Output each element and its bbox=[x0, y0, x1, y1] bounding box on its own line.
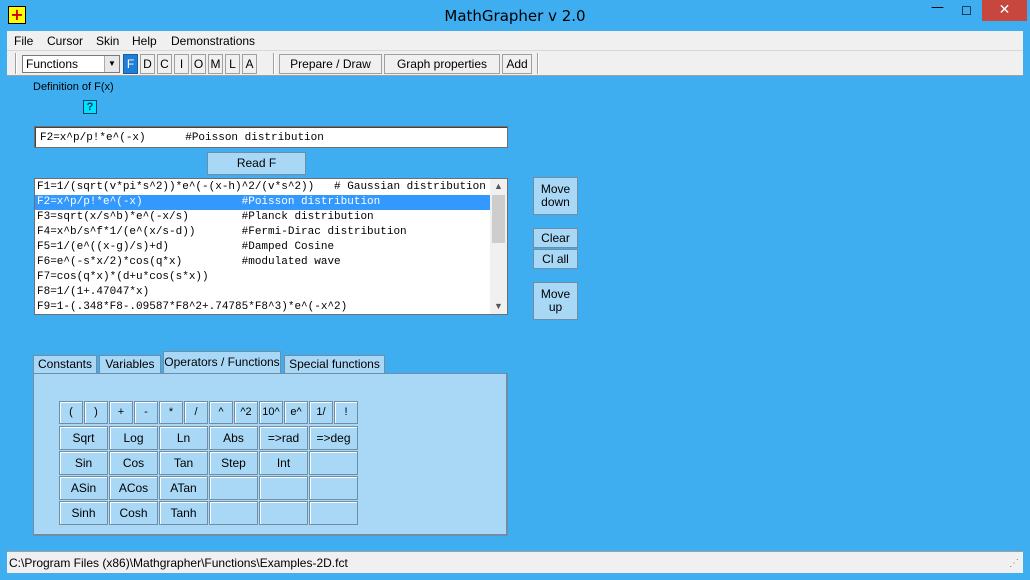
menu-skin[interactable]: Skin bbox=[96, 34, 119, 48]
menu-demonstrations[interactable]: Demonstrations bbox=[171, 34, 255, 48]
scroll-down-arrow-icon[interactable]: ▼ bbox=[490, 299, 507, 314]
menu-file[interactable]: File bbox=[14, 34, 33, 48]
operator-button-open-paren[interactable]: ( bbox=[59, 401, 83, 424]
function-button-to-rad[interactable]: =>rad bbox=[259, 426, 308, 450]
function-button-cos[interactable]: Cos bbox=[109, 451, 158, 475]
maximize-button[interactable]: ☐ bbox=[953, 1, 980, 21]
function-button-sinh[interactable]: Sinh bbox=[59, 501, 108, 525]
operator-button-minus[interactable]: - bbox=[134, 401, 158, 424]
client-area: File Cursor Skin Help Demonstrations Fun… bbox=[7, 31, 1023, 573]
move-down-label-line2: down bbox=[541, 195, 570, 209]
move-up-label-line2: up bbox=[548, 300, 563, 314]
function-button-to-deg[interactable]: =>deg bbox=[309, 426, 358, 450]
operator-button-ten-power[interactable]: 10^ bbox=[259, 401, 283, 424]
toolbar-separator bbox=[273, 53, 275, 74]
toolbar: Functions ▼ F D C I O M L A Prepare / Dr… bbox=[7, 51, 1023, 76]
menu-cursor[interactable]: Cursor bbox=[47, 34, 83, 48]
menu-bar: File Cursor Skin Help Demonstrations bbox=[7, 31, 1023, 51]
function-button-blank[interactable] bbox=[309, 451, 358, 475]
move-up-button[interactable]: Move up bbox=[533, 282, 578, 320]
list-item[interactable]: F4=x^b/s^f*1/(e^(x/s-d)) #Fermi-Dirac di… bbox=[35, 225, 491, 240]
list-item-selected[interactable]: F2=x^p/p!*e^(-x) #Poisson distribution bbox=[35, 195, 491, 210]
help-icon[interactable]: ? bbox=[83, 100, 97, 114]
list-item[interactable]: F9=1-(.348*F8-.09587*F8^2+.74785*F8^3)*e… bbox=[35, 300, 491, 314]
function-button-abs[interactable]: Abs bbox=[209, 426, 258, 450]
graph-properties-button[interactable]: Graph properties bbox=[384, 54, 500, 74]
operator-button-reciprocal[interactable]: 1/ bbox=[309, 401, 333, 424]
function-button-step[interactable]: Step bbox=[209, 451, 258, 475]
function-button-tanh[interactable]: Tanh bbox=[159, 501, 208, 525]
mode-button-o[interactable]: O bbox=[191, 54, 206, 74]
mode-button-c[interactable]: C bbox=[157, 54, 172, 74]
tab-variables[interactable]: Variables bbox=[99, 355, 161, 373]
tab-operators-functions[interactable]: Operators / Functions bbox=[163, 351, 281, 374]
status-file-path: C:\Program Files (x86)\Mathgrapher\Funct… bbox=[9, 556, 348, 570]
function-button-sqrt[interactable]: Sqrt bbox=[59, 426, 108, 450]
scroll-thumb[interactable] bbox=[492, 195, 505, 243]
window-title: MathGrapher v 2.0 bbox=[444, 7, 586, 25]
definition-input[interactable]: F2=x^p/p!*e^(-x) #Poisson distribution bbox=[34, 126, 508, 148]
menu-help[interactable]: Help bbox=[132, 34, 157, 48]
list-item[interactable]: F6=e^(-s*x/2)*cos(q*x) #modulated wave bbox=[35, 255, 491, 270]
prepare-draw-button[interactable]: Prepare / Draw bbox=[279, 54, 382, 74]
operator-button-multiply[interactable]: * bbox=[159, 401, 183, 424]
scroll-up-arrow-icon[interactable]: ▲ bbox=[490, 179, 507, 194]
mode-select[interactable]: Functions ▼ bbox=[22, 55, 120, 73]
function-button-acos[interactable]: ACos bbox=[109, 476, 158, 500]
mode-button-l[interactable]: L bbox=[225, 54, 240, 74]
mode-button-i[interactable]: I bbox=[174, 54, 189, 74]
mode-button-a[interactable]: A bbox=[242, 54, 257, 74]
operator-button-square[interactable]: ^2 bbox=[234, 401, 258, 424]
mode-button-f[interactable]: F bbox=[123, 54, 138, 74]
move-down-button[interactable]: Move down bbox=[533, 177, 578, 215]
clear-button[interactable]: Clear bbox=[533, 228, 578, 248]
mode-select-value: Functions bbox=[26, 57, 79, 71]
vertical-scrollbar[interactable]: ▲ ▼ bbox=[490, 179, 507, 314]
list-item[interactable]: F8=1/(1+.47047*x) bbox=[35, 285, 491, 300]
function-button-ln[interactable]: Ln bbox=[159, 426, 208, 450]
list-item[interactable]: F5=1/(e^((x-g)/s)+d) #Damped Cosine bbox=[35, 240, 491, 255]
toolbar-separator bbox=[537, 53, 539, 74]
tab-special-functions[interactable]: Special functions bbox=[284, 355, 385, 373]
list-item[interactable]: F3=sqrt(x/s^b)*e^(-x/s) #Planck distribu… bbox=[35, 210, 491, 225]
close-button[interactable]: ✕ bbox=[982, 0, 1027, 21]
function-button-sin[interactable]: Sin bbox=[59, 451, 108, 475]
function-button-asin[interactable]: ASin bbox=[59, 476, 108, 500]
tab-constants[interactable]: Constants bbox=[33, 355, 97, 373]
clear-all-button[interactable]: Cl all bbox=[533, 249, 578, 269]
function-button-blank[interactable] bbox=[309, 476, 358, 500]
mode-button-m[interactable]: M bbox=[208, 54, 223, 74]
tab-strip: Constants Variables Operators / Function… bbox=[33, 351, 508, 374]
chevron-down-icon[interactable]: ▼ bbox=[104, 56, 119, 72]
minimize-button[interactable]: — bbox=[924, 1, 951, 21]
function-button-blank[interactable] bbox=[209, 476, 258, 500]
operator-button-divide[interactable]: / bbox=[184, 401, 208, 424]
function-list[interactable]: F1=1/(sqrt(v*pi*s^2))*e^(-(x-h)^2/(v*s^2… bbox=[34, 178, 508, 315]
list-item[interactable]: F1=1/(sqrt(v*pi*s^2))*e^(-(x-h)^2/(v*s^2… bbox=[35, 180, 491, 195]
operator-button-factorial[interactable]: ! bbox=[334, 401, 358, 424]
function-button-atan[interactable]: ATan bbox=[159, 476, 208, 500]
definition-label: Definition of F(x) bbox=[33, 81, 114, 93]
title-bar: + MathGrapher v 2.0 — ☐ ✕ bbox=[0, 0, 1030, 31]
function-button-tan[interactable]: Tan bbox=[159, 451, 208, 475]
status-bar: C:\Program Files (x86)\Mathgrapher\Funct… bbox=[7, 551, 1023, 573]
function-button-blank[interactable] bbox=[209, 501, 258, 525]
add-button[interactable]: Add bbox=[502, 54, 532, 74]
operator-button-plus[interactable]: + bbox=[109, 401, 133, 424]
toolbar-separator bbox=[15, 53, 17, 74]
operator-button-exp[interactable]: e^ bbox=[284, 401, 308, 424]
function-button-log[interactable]: Log bbox=[109, 426, 158, 450]
function-button-blank[interactable] bbox=[259, 501, 308, 525]
function-button-blank[interactable] bbox=[259, 476, 308, 500]
operator-button-close-paren[interactable]: ) bbox=[84, 401, 108, 424]
function-button-int[interactable]: Int bbox=[259, 451, 308, 475]
mode-button-d[interactable]: D bbox=[140, 54, 155, 74]
read-f-button[interactable]: Read F bbox=[207, 152, 306, 175]
function-button-cosh[interactable]: Cosh bbox=[109, 501, 158, 525]
function-button-blank[interactable] bbox=[309, 501, 358, 525]
operator-button-power[interactable]: ^ bbox=[209, 401, 233, 424]
resize-grip-icon[interactable]: ⋰ bbox=[1009, 559, 1021, 571]
operators-functions-panel: ( ) + - * / ^ ^2 10^ e^ 1/ ! Sqrt Log Ln… bbox=[33, 373, 508, 536]
list-item[interactable]: F7=cos(q*x)*(d+u*cos(s*x)) bbox=[35, 270, 491, 285]
